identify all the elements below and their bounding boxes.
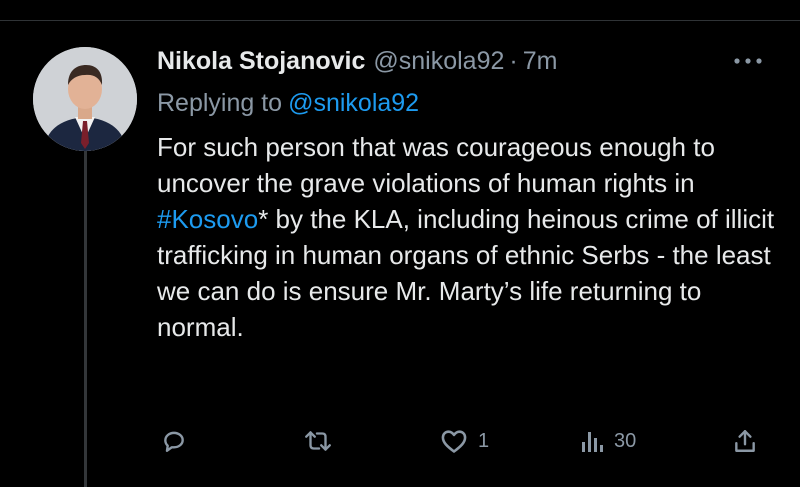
hashtag-link[interactable]: #Kosovo	[157, 204, 258, 234]
retweet-button[interactable]	[303, 428, 333, 454]
top-divider	[0, 0, 800, 21]
views-count: 30	[614, 429, 637, 452]
more-options-icon[interactable]	[730, 48, 766, 74]
avatar[interactable]	[33, 47, 137, 151]
display-name[interactable]: Nikola Stojanovic	[157, 45, 365, 77]
tweet-text: For such person that was courageous enou…	[157, 129, 777, 345]
share-icon	[732, 428, 758, 454]
separator-dot: ·	[509, 47, 518, 75]
reply-button[interactable]	[161, 428, 187, 454]
retweet-icon	[303, 428, 333, 454]
heart-icon	[440, 428, 468, 454]
like-count: 1	[478, 429, 490, 452]
views-button[interactable]: 30	[580, 428, 636, 454]
tweet-text-part-1: For such person that was courageous enou…	[157, 132, 715, 198]
replying-to-label: Replying to	[157, 89, 283, 117]
user-handle[interactable]: @snikola92	[373, 45, 504, 77]
tweet[interactable]: Nikola Stojanovic @snikola92 · 7m Replyi…	[157, 45, 777, 345]
share-button[interactable]	[732, 428, 758, 454]
tweet-actions: 1 30	[0, 428, 800, 460]
replying-to-handle[interactable]: @snikola92	[288, 89, 419, 117]
reply-icon	[161, 428, 187, 454]
avatar-image	[33, 47, 137, 151]
tweet-header: Nikola Stojanovic @snikola92 · 7m	[157, 45, 777, 77]
timestamp[interactable]: 7m	[523, 45, 558, 77]
views-icon	[580, 428, 604, 454]
like-button[interactable]: 1	[440, 428, 489, 454]
replying-to: Replying to @snikola92	[157, 87, 777, 119]
